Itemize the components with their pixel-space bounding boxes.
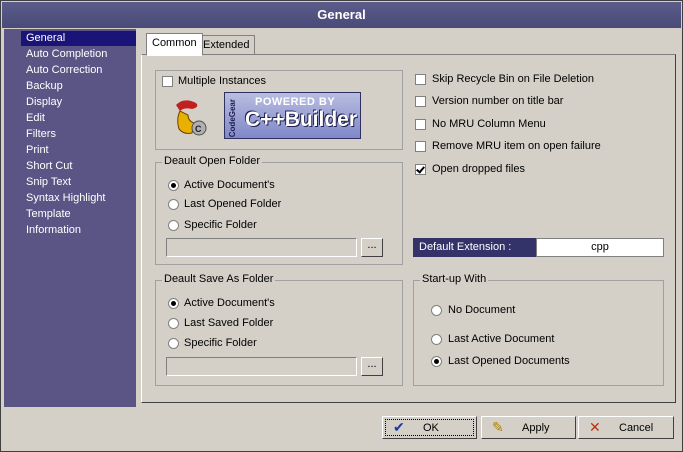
tab-pane-common: Multiple Instances Deault Open Folder Ac… <box>141 54 676 403</box>
skip-recycle-bin-label: Skip Recycle Bin on File Deletion <box>432 73 595 85</box>
save-folder-browse-button[interactable]: ... <box>361 357 383 376</box>
startup-option-last-active: Last Active Document <box>448 333 555 345</box>
save-folder-radio-active[interactable] <box>168 298 179 309</box>
open-folder-radio-specific[interactable] <box>168 220 179 231</box>
svg-text:C: C <box>195 124 202 134</box>
sidebar-item-edit[interactable]: Edit <box>21 111 136 126</box>
default-extension-label: Default Extension : <box>413 238 537 257</box>
default-extension-input[interactable]: cpp <box>536 238 664 257</box>
sidebar-item-template[interactable]: Template <box>21 207 136 222</box>
save-folder-radio-last[interactable] <box>168 318 179 329</box>
startup-title: Start-up With <box>420 273 489 285</box>
no-mru-column-checkbox[interactable] <box>415 119 426 130</box>
sidebar-item-print[interactable]: Print <box>21 143 136 158</box>
open-dropped-files-label: Open dropped files <box>432 163 525 175</box>
apply-button-label: Apply <box>522 422 550 434</box>
sidebar-item-auto-completion[interactable]: Auto Completion <box>21 47 136 62</box>
cbuilder-logo-text: C++Builder <box>245 108 358 131</box>
sidebar-item-general[interactable]: General <box>21 31 136 46</box>
apply-button[interactable]: ✎ Apply <box>481 416 576 439</box>
cancel-x-icon: ✕ <box>589 419 601 435</box>
version-number-label: Version number on title bar <box>432 95 564 107</box>
save-folder-option-specific: Specific Folder <box>184 337 257 349</box>
multiple-instances-label: Multiple Instances <box>178 75 267 87</box>
cbuilder-logo: CodeGear POWERED BY C++Builder <box>224 92 361 139</box>
open-folder-browse-button[interactable]: ... <box>361 238 383 257</box>
sidebar-item-syntax-highlight[interactable]: Syntax Highlight <box>21 191 136 206</box>
multiple-instances-checkbox[interactable] <box>162 76 173 87</box>
apply-hand-icon: ✎ <box>492 419 504 435</box>
save-folder-option-active: Active Document's <box>184 297 275 309</box>
open-folder-title: Deault Open Folder <box>162 155 262 167</box>
open-folder-radio-active[interactable] <box>168 180 179 191</box>
startup-radio-last-opened[interactable] <box>431 356 442 367</box>
startup-option-last-opened: Last Opened Documents <box>448 355 570 367</box>
startup-radio-last-active[interactable] <box>431 334 442 345</box>
save-folder-path-input[interactable] <box>166 357 357 376</box>
open-folder-option-last: Last Opened Folder <box>184 198 282 210</box>
save-folder-radio-specific[interactable] <box>168 338 179 349</box>
cancel-button[interactable]: ✕ Cancel <box>578 416 674 439</box>
sidebar-item-backup[interactable]: Backup <box>21 79 136 94</box>
powered-by-text: POWERED BY <box>255 96 336 108</box>
open-folder-path-input[interactable] <box>166 238 357 257</box>
save-folder-title: Deault Save As Folder <box>162 273 276 285</box>
sidebar-item-information[interactable]: Information <box>21 223 136 238</box>
sidebar-item-snip-text[interactable]: Snip Text <box>21 175 136 190</box>
general-dialog: General General Auto Completion Auto Cor… <box>0 0 683 452</box>
tab-common[interactable]: Common <box>146 33 203 56</box>
content-area: Common Extended Multiple Instances Deaul… <box>138 29 679 407</box>
cancel-button-label: Cancel <box>619 422 654 434</box>
version-number-checkbox[interactable] <box>415 96 426 107</box>
remove-mru-label: Remove MRU item on open failure <box>432 140 601 152</box>
ok-button[interactable]: ✔ OK <box>382 416 477 439</box>
open-dropped-files-checkbox[interactable] <box>415 164 426 175</box>
open-folder-option-active: Active Document's <box>184 179 275 191</box>
sidebar-item-display[interactable]: Display <box>21 95 136 110</box>
checkmark-icon: ✔ <box>393 419 405 435</box>
startup-option-no-document: No Document <box>448 304 516 316</box>
codegear-logo-text: CodeGear <box>228 99 237 138</box>
no-mru-column-label: No MRU Column Menu <box>432 118 546 130</box>
sidebar-item-auto-correction[interactable]: Auto Correction <box>21 63 136 78</box>
sidebar-item-short-cut[interactable]: Short Cut <box>21 159 136 174</box>
spartan-helmet-logo: C <box>176 100 207 136</box>
open-folder-radio-last[interactable] <box>168 199 179 210</box>
window-title: General <box>2 2 681 28</box>
sidebar-item-filters[interactable]: Filters <box>21 127 136 142</box>
save-folder-option-last: Last Saved Folder <box>184 317 274 329</box>
startup-radio-no-document[interactable] <box>431 305 442 316</box>
ok-button-label: OK <box>423 422 439 434</box>
sidebar: General Auto Completion Auto Correction … <box>4 29 136 407</box>
open-folder-option-specific: Specific Folder <box>184 219 257 231</box>
skip-recycle-bin-checkbox[interactable] <box>415 74 426 85</box>
tab-extended[interactable]: Extended <box>197 35 256 54</box>
remove-mru-checkbox[interactable] <box>415 141 426 152</box>
